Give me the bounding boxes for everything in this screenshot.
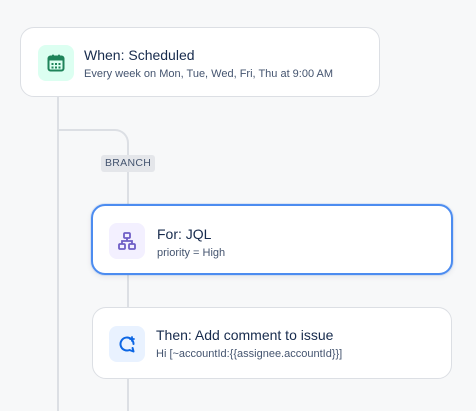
action-icon-box <box>109 326 145 362</box>
branch-connector-line-mid <box>127 273 129 309</box>
trigger-title: When: Scheduled <box>84 47 195 63</box>
branch-condition-card[interactable]: For: JQL priority = High <box>91 204 453 275</box>
action-subtitle: Hi [~accountId:{{assignee.accountId}}] <box>156 348 343 360</box>
branch-condition-subtitle: priority = High <box>157 247 226 259</box>
branch-badge: BRANCH <box>101 155 156 172</box>
branch-condition-title: For: JQL <box>157 226 212 242</box>
trigger-subtitle: Every week on Mon, Tue, Wed, Fri, Thu at… <box>84 68 334 80</box>
automation-flow-canvas: BRANCH When: Scheduled Every week on Mon… <box>0 0 476 411</box>
hierarchy-icon <box>118 232 136 250</box>
action-card[interactable]: Then: Add comment to issue Hi [~accountI… <box>92 307 452 379</box>
trigger-card[interactable]: When: Scheduled Every week on Mon, Tue, … <box>20 27 380 97</box>
branch-connector-line-bottom <box>127 378 129 411</box>
action-title: Then: Add comment to issue <box>156 327 334 343</box>
branch-condition-icon-box <box>109 223 145 259</box>
calendar-icon <box>47 54 65 72</box>
comment-icon <box>119 336 135 353</box>
trigger-icon-box <box>38 45 74 81</box>
